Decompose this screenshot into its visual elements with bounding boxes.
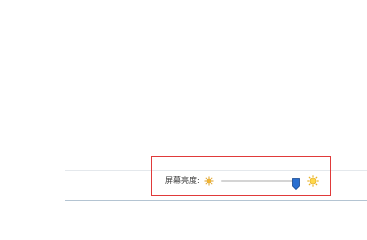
sun-bright-icon xyxy=(307,175,319,187)
brightness-label: 屏幕亮度: xyxy=(165,176,200,185)
taskbar-edge xyxy=(65,200,367,201)
brightness-control: 屏幕亮度: xyxy=(165,173,319,191)
slider-track[interactable] xyxy=(220,180,299,182)
sun-dim-icon xyxy=(204,176,214,186)
brightness-slider[interactable] xyxy=(220,175,300,191)
slider-thumb[interactable] xyxy=(291,175,300,191)
